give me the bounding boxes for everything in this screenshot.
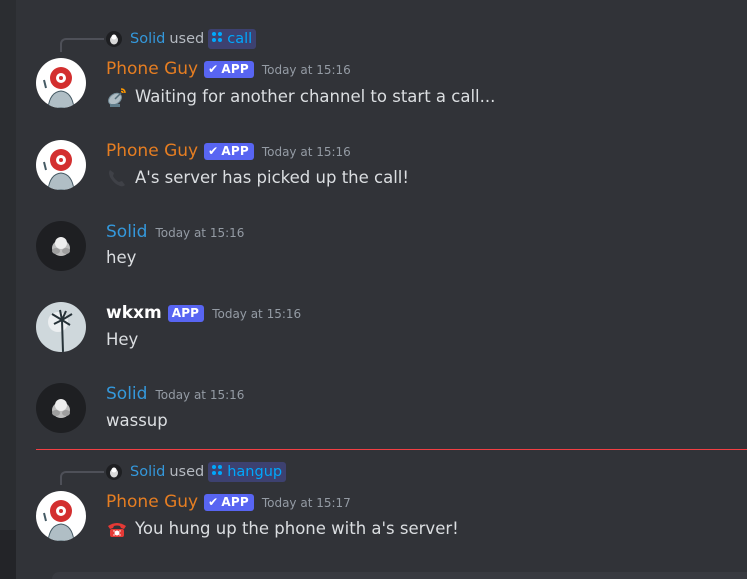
wkxm-avatar[interactable] — [36, 302, 86, 352]
message-header: wkxm APP Today at 15:16 — [106, 301, 301, 325]
message-item[interactable]: Solid used hangup Phone Guy ✔ APP Today … — [16, 450, 747, 550]
reply-author-name[interactable]: Solid — [130, 464, 165, 480]
server-sidebar-edge — [0, 0, 16, 579]
telephone-icon — [106, 518, 128, 540]
slash-command-pill[interactable]: hangup — [208, 462, 287, 482]
app-badge-label: APP — [171, 306, 200, 320]
slash-command-name: hangup — [227, 464, 283, 480]
message-input-edge[interactable] — [52, 572, 747, 579]
message-item[interactable]: Solid Today at 15:16 wassup — [16, 373, 747, 443]
sidebar-footer-edge — [0, 530, 16, 579]
message-text: hey — [106, 248, 137, 267]
message-text: Waiting for another channel to start a c… — [135, 87, 496, 106]
solid-mini-avatar[interactable] — [106, 31, 122, 47]
message-header: Solid Today at 15:16 — [106, 382, 244, 406]
message-content: A's server has picked up the call! — [106, 167, 409, 189]
app-badge-label: APP — [221, 144, 249, 158]
telephone-receiver-icon — [106, 167, 128, 189]
message-header: Phone Guy ✔ APP Today at 15:17 — [106, 490, 351, 514]
message-timestamp[interactable]: Today at 15:16 — [155, 226, 244, 240]
author-name[interactable]: Solid — [106, 221, 147, 243]
message-timestamp[interactable]: Today at 15:16 — [155, 388, 244, 402]
message-header: Phone Guy ✔ APP Today at 15:16 — [106, 139, 351, 163]
message-content: wassup — [106, 410, 168, 432]
message-timestamp[interactable]: Today at 15:16 — [262, 63, 351, 77]
message-content: You hung up the phone with a's server! — [106, 518, 459, 540]
phone-guy-avatar[interactable] — [36, 58, 86, 108]
slash-command-name: call — [227, 31, 253, 47]
phone-guy-avatar[interactable] — [36, 140, 86, 190]
slash-command-pill[interactable]: call — [208, 29, 257, 49]
message-text: You hung up the phone with a's server! — [135, 519, 459, 538]
slash-command-icon — [211, 464, 223, 480]
slash-command-icon — [211, 31, 223, 47]
interaction-reply[interactable]: Solid used call — [106, 29, 257, 49]
reply-spine — [60, 471, 104, 485]
message-timestamp[interactable]: Today at 15:16 — [212, 307, 301, 321]
message-text: wassup — [106, 411, 168, 430]
app-badge: ✔ APP — [204, 142, 254, 160]
author-name[interactable]: Solid — [106, 383, 147, 405]
reply-used-label: used — [169, 464, 205, 480]
author-name[interactable]: Phone Guy — [106, 491, 198, 513]
message-content: Waiting for another channel to start a c… — [106, 86, 495, 108]
app-badge-label: APP — [221, 495, 249, 509]
app-badge: ✔ APP — [204, 60, 254, 78]
solid-avatar[interactable] — [36, 383, 86, 433]
message-text: A's server has picked up the call! — [135, 168, 409, 187]
message-timestamp[interactable]: Today at 15:16 — [262, 145, 351, 159]
author-name[interactable]: Phone Guy — [106, 58, 198, 80]
app-badge: ✔ APP — [204, 493, 254, 511]
message-header: Solid Today at 15:16 — [106, 220, 244, 244]
chat-message-list[interactable]: Solid used call Phone Guy ✔ APP Today at… — [16, 0, 747, 579]
message-item[interactable]: wkxm APP Today at 15:16 Hey — [16, 292, 747, 362]
author-name[interactable]: Phone Guy — [106, 140, 198, 162]
message-content: Hey — [106, 329, 138, 351]
interaction-reply[interactable]: Solid used hangup — [106, 462, 287, 482]
author-name[interactable]: wkxm — [106, 302, 162, 324]
message-item[interactable]: Phone Guy ✔ APP Today at 15:16 A's serve… — [16, 130, 747, 200]
solid-mini-avatar[interactable] — [106, 464, 122, 480]
reply-author-name[interactable]: Solid — [130, 31, 165, 47]
app-badge: APP — [167, 304, 205, 322]
satellite-antenna-icon — [106, 86, 128, 108]
message-content: hey — [106, 247, 136, 269]
reply-used-label: used — [169, 31, 205, 47]
solid-avatar[interactable] — [36, 221, 86, 271]
message-header: Phone Guy ✔ APP Today at 15:16 — [106, 57, 351, 81]
phone-guy-avatar[interactable] — [36, 491, 86, 541]
verified-check-icon: ✔ — [208, 495, 219, 509]
message-timestamp[interactable]: Today at 15:17 — [262, 496, 351, 510]
verified-check-icon: ✔ — [208, 62, 219, 76]
message-text: Hey — [106, 330, 139, 349]
app-badge-label: APP — [221, 62, 249, 76]
verified-check-icon: ✔ — [208, 144, 219, 158]
message-item[interactable]: Solid used call Phone Guy ✔ APP Today at… — [16, 0, 747, 120]
reply-spine — [60, 38, 104, 52]
message-item[interactable]: Solid Today at 15:16 hey — [16, 211, 747, 281]
